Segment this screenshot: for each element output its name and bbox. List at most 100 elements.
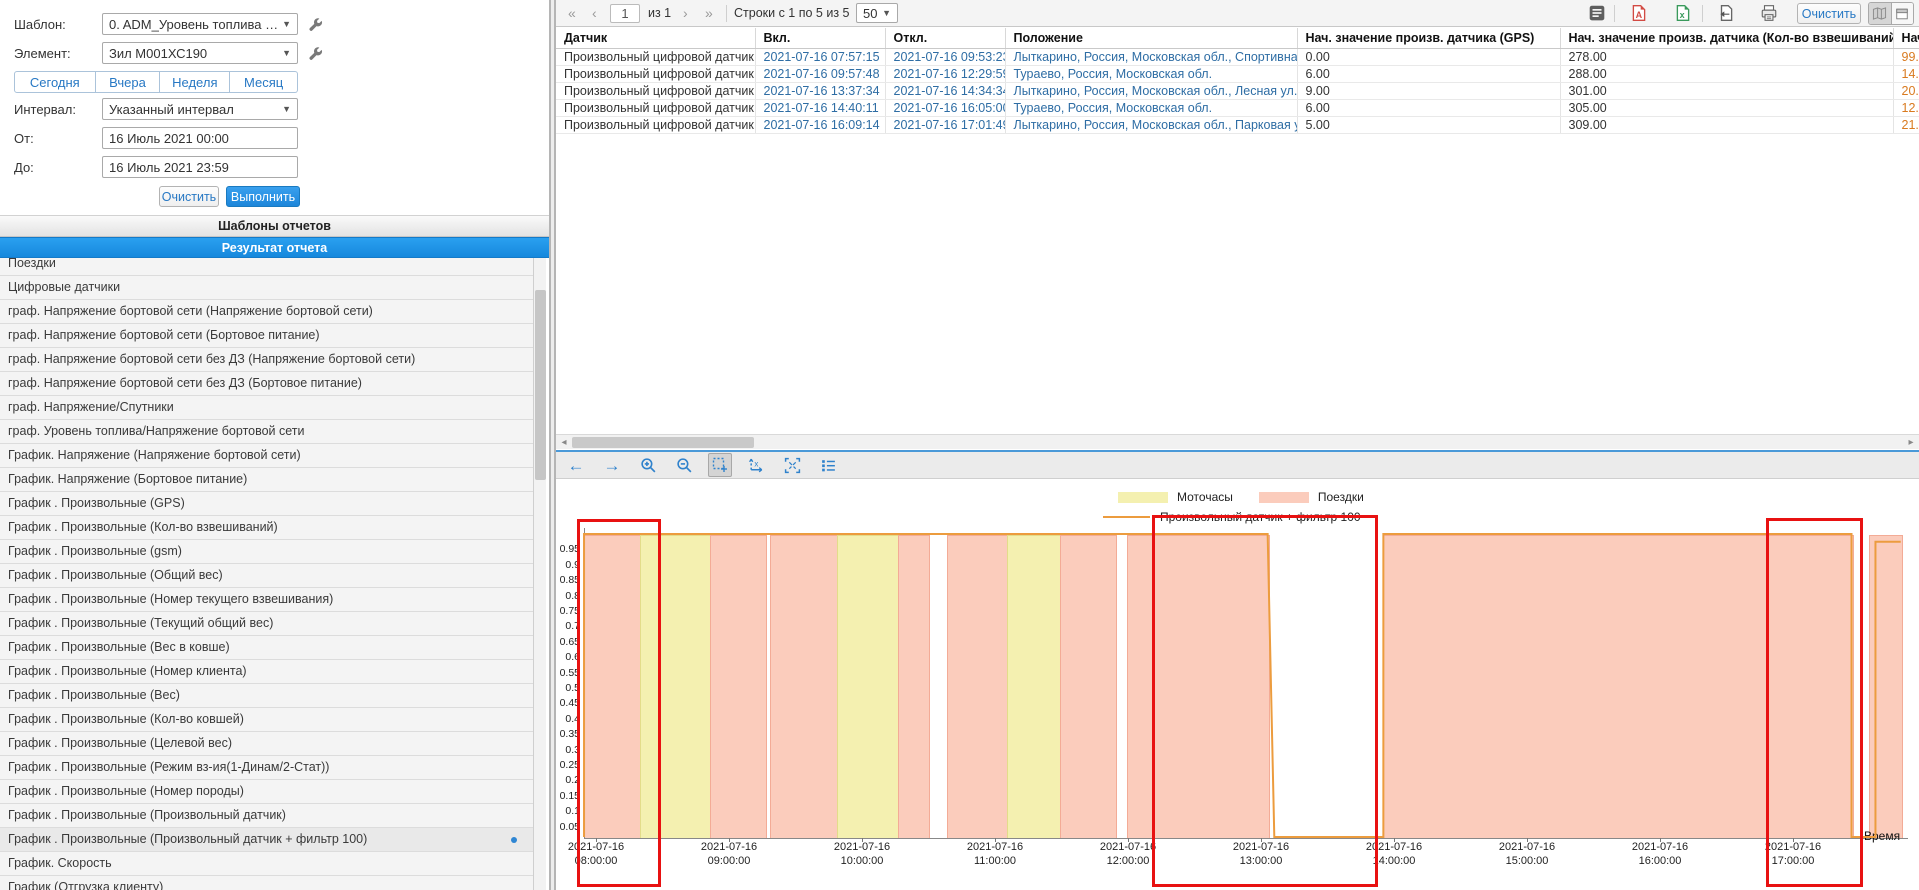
result-header[interactable]: Результат отчета (0, 237, 549, 258)
today-button[interactable]: Сегодня (14, 71, 96, 93)
element-select[interactable]: Зил М001ХС190 ▼ (102, 42, 298, 64)
report-list-item[interactable]: График . Произвольные (Кол-во взвешивани… (0, 516, 533, 540)
report-list-item[interactable]: граф. Напряжение/Спутники (0, 396, 533, 420)
table-row[interactable]: Произвольный цифровой датчик2021-07-16 1… (556, 100, 1919, 117)
table-cell-gps: 6.00 (1297, 100, 1560, 117)
table-horizontal-scrollbar[interactable]: ◂ ▸ (556, 434, 1919, 449)
scrollbar-thumb[interactable] (572, 437, 754, 448)
report-list-item[interactable]: График . Произвольные (Номер клиента) (0, 660, 533, 684)
report-list-scrollbar[interactable] (533, 258, 546, 890)
prev-page-button[interactable]: ‹ (592, 0, 597, 27)
report-list-item[interactable]: График. Напряжение (Бортовое питание) (0, 468, 533, 492)
table-cell-weighings: 288.00 (1560, 66, 1893, 83)
report-list-item[interactable]: График . Произвольные (Номер породы) (0, 780, 533, 804)
templates-header[interactable]: Шаблоны отчетов (0, 215, 549, 237)
to-date-input[interactable] (102, 156, 298, 178)
template-select[interactable]: 0. ADM_Уровень топлива + з... ▼ (102, 13, 298, 35)
report-list-item[interactable]: Цифровые датчики (0, 276, 533, 300)
map-view-icon[interactable] (1869, 3, 1892, 24)
chart-legend-icon[interactable] (816, 453, 840, 477)
column-header[interactable]: Вкл. (755, 28, 885, 49)
table-cell-sensor: Произвольный цифровой датчик (556, 66, 755, 83)
table-cell-weighings: 305.00 (1560, 100, 1893, 117)
report-list-item[interactable]: График . Произвольные (Номер текущего вз… (0, 588, 533, 612)
report-list-item[interactable]: График . Произвольные (Произвольный датч… (0, 828, 533, 852)
zoom-in-icon[interactable] (636, 453, 660, 477)
report-list-item[interactable]: Поездки (0, 258, 533, 276)
table-cell-off: 2021-07-16 09:53:23 (885, 49, 1005, 66)
report-list-item[interactable]: граф. Напряжение бортовой сети без ДЗ (Б… (0, 372, 533, 396)
report-list-item[interactable]: граф. Напряжение бортовой сети без ДЗ (Н… (0, 348, 533, 372)
report-list-item[interactable]: График . Произвольные (GPS) (0, 492, 533, 516)
column-header[interactable]: Откл. (885, 28, 1005, 49)
page-number-input[interactable] (610, 4, 640, 23)
table-row[interactable]: Произвольный цифровой датчик2021-07-16 1… (556, 83, 1919, 100)
column-header[interactable]: Нач. значение произв. датчика (GPS) (1297, 28, 1560, 49)
report-list-item[interactable]: граф. Напряжение бортовой сети (Бортовое… (0, 324, 533, 348)
first-page-button[interactable]: « (568, 0, 576, 27)
clear-report-button[interactable]: Очистить (1797, 3, 1861, 24)
export-excel-icon[interactable]: x (1672, 2, 1694, 24)
last-page-button[interactable]: » (705, 0, 713, 27)
page-size-select[interactable]: 50 ▼ (856, 3, 898, 23)
export-pdf-icon[interactable]: A (1628, 2, 1650, 24)
report-list-item-label: График . Произвольные (Номер текущего вз… (8, 592, 333, 606)
report-list-item[interactable]: График . Произвольные (Режим вз-ия(1-Дин… (0, 756, 533, 780)
report-list-item[interactable]: График . Произвольные (gsm) (0, 540, 533, 564)
yesterday-button[interactable]: Вчера (96, 71, 161, 93)
week-button[interactable]: Неделя (160, 71, 230, 93)
report-list-item[interactable]: График (Отгрузка клиенту) (0, 876, 533, 890)
run-report-button[interactable]: Выполнить (226, 186, 300, 207)
clear-form-button[interactable]: Очистить (159, 186, 219, 207)
report-list-item[interactable]: График . Произвольные (Вес в ковше) (0, 636, 533, 660)
table-cell-extra: 14. (1893, 66, 1919, 83)
report-list-item[interactable]: График . Произвольные (Произвольный датч… (0, 804, 533, 828)
legend-item: Поездки (1259, 490, 1364, 504)
legend-label: Моточасы (1177, 490, 1233, 504)
report-list-item[interactable]: График . Произвольные (Текущий общий вес… (0, 612, 533, 636)
report-list-item-label: График. Напряжение (Бортовое питание) (8, 472, 247, 486)
scroll-left-arrow[interactable]: ◂ (558, 435, 570, 450)
interval-select[interactable]: Указанный интервал ▼ (102, 98, 298, 120)
report-list-item[interactable]: граф. Напряжение бортовой сети (Напряжен… (0, 300, 533, 324)
report-list-item[interactable]: График . Произвольные (Вес) (0, 684, 533, 708)
column-header[interactable]: Нач. значение произв. датчика (Кол-во вз… (1560, 28, 1893, 49)
table-body: Произвольный цифровой датчик 2021-07-16 0… (556, 49, 1919, 134)
report-list-item-label: Поездки (8, 258, 56, 270)
report-list-item[interactable]: График . Произвольные (Целевой вес) (0, 732, 533, 756)
chart-forward-icon[interactable]: → (600, 453, 624, 477)
report-list-item[interactable]: граф. Уровень топлива/Напряжение бортово… (0, 420, 533, 444)
report-list-item[interactable]: График . Произвольные (Общий вес) (0, 564, 533, 588)
table-row[interactable]: Произвольный цифровой датчик2021-07-16 0… (556, 49, 1919, 66)
report-list-item-label: График. Напряжение (Напряжение бортовой … (8, 448, 301, 462)
fit-screen-icon[interactable] (780, 453, 804, 477)
scrollbar-thumb[interactable] (535, 290, 546, 480)
month-button[interactable]: Месяц (230, 71, 298, 93)
report-list-item[interactable]: График. Напряжение (Напряжение бортовой … (0, 444, 533, 468)
report-list-item[interactable]: График. Скорость (0, 852, 533, 876)
chart-back-icon[interactable]: ← (564, 453, 588, 477)
legend-swatch (1259, 492, 1309, 503)
column-header[interactable]: Положение (1005, 28, 1297, 49)
next-page-button[interactable]: › (683, 0, 688, 27)
panel-splitter[interactable] (549, 0, 556, 890)
table-row[interactable]: Произвольный цифровой датчик2021-07-16 0… (556, 66, 1919, 83)
template-settings-wrench-icon[interactable] (304, 14, 326, 36)
scroll-right-arrow[interactable]: ▸ (1905, 435, 1917, 450)
column-header[interactable]: Датчик (556, 28, 755, 49)
report-list-item-label: График . Произвольные (Вес) (8, 688, 180, 702)
marquee-zoom-icon[interactable] (708, 453, 732, 477)
table-row[interactable]: Произвольный цифровой датчик2021-07-16 1… (556, 117, 1919, 134)
export-file-icon[interactable] (1715, 2, 1737, 24)
column-header[interactable]: Нач (1893, 28, 1919, 49)
report-list-item[interactable]: График . Произвольные (Кол-во ковшей) (0, 708, 533, 732)
x-axis-zoom-icon[interactable]: x (744, 453, 768, 477)
selected-item-dot (511, 837, 517, 843)
element-settings-wrench-icon[interactable] (304, 43, 326, 65)
zoom-out-icon[interactable] (672, 453, 696, 477)
split-view-icon[interactable] (1892, 3, 1914, 24)
from-date-input[interactable] (102, 127, 298, 149)
chart-area[interactable] (556, 479, 1919, 890)
report-icon[interactable] (1586, 2, 1608, 24)
print-icon[interactable] (1758, 2, 1780, 24)
